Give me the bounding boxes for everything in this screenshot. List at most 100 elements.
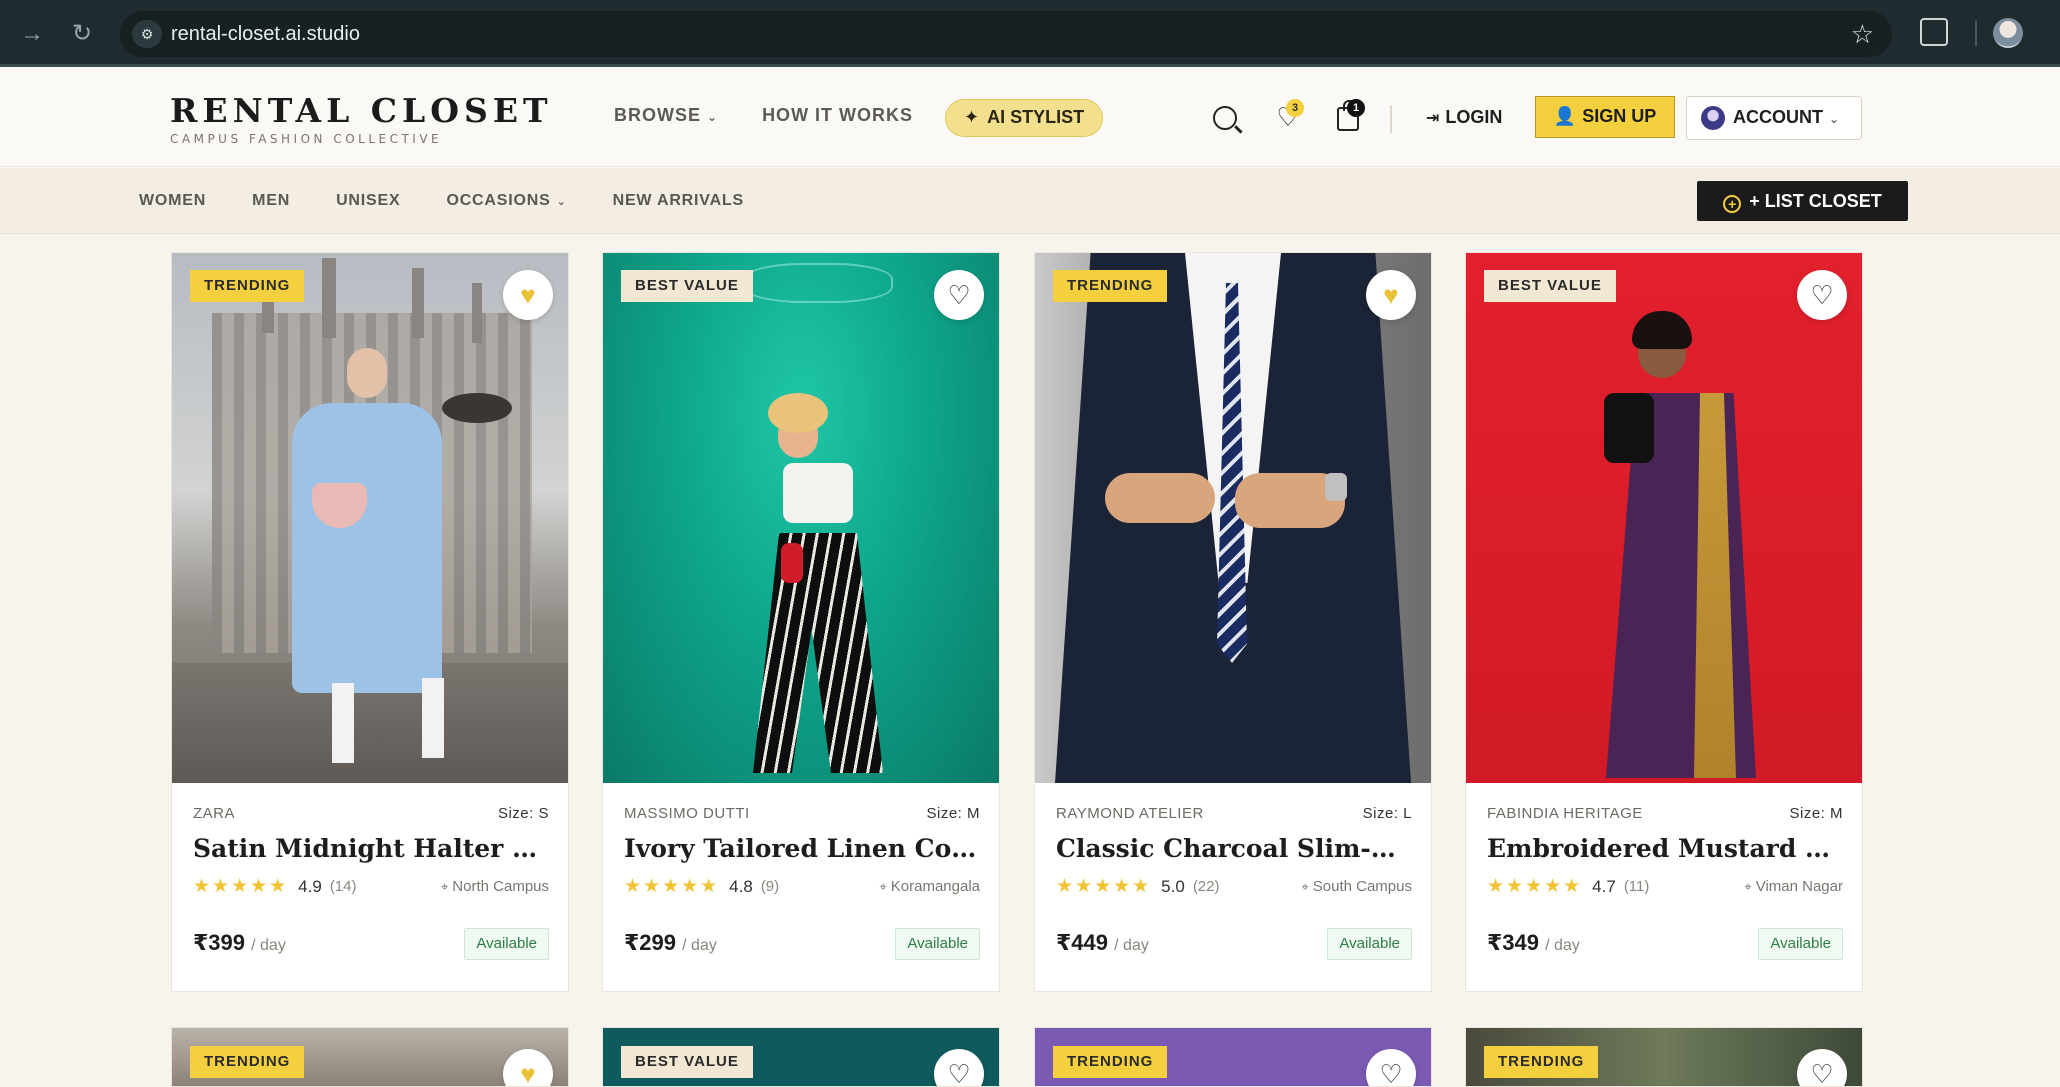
nav-browse[interactable]: BROWSE ⌄ (614, 105, 718, 126)
category-occasions[interactable]: OCCASIONS ⌄ (446, 192, 566, 210)
product-card[interactable]: TRENDING ♥ RAYMOND ATELIER Size: L Classi… (1034, 252, 1432, 992)
product-rating: 5.0 (1161, 876, 1185, 896)
favorite-heart-icon[interactable]: ♥ (503, 270, 553, 320)
favorite-heart-icon[interactable]: ♡ (934, 270, 984, 320)
browser-toolbar: → ↻ ⚙ rental-closet.ai.studio ☆ ⋮ (0, 0, 2060, 67)
product-image[interactable] (603, 253, 999, 783)
product-size: Size: M (1789, 805, 1843, 822)
favorite-heart-icon[interactable]: ♡ (1797, 1049, 1847, 1086)
product-size: Size: L (1362, 805, 1412, 822)
ai-stylist-button[interactable]: ✦ AI STYLIST (945, 99, 1104, 137)
product-name[interactable]: Satin Midnight Halter Dress (193, 834, 549, 863)
site-logo[interactable]: RENTAL CLOSET CAMPUS FASHION COLLECTIVE (170, 91, 553, 146)
login-label: LOGIN (1445, 107, 1503, 127)
category-nav: WOMEN MEN UNISEX OCCASIONS ⌄ NEW ARRIVALS… (0, 168, 2060, 234)
trending-badge: TRENDING (190, 270, 305, 302)
favorite-heart-icon[interactable]: ♡ (1797, 270, 1847, 320)
chevron-down-icon: ⌄ (556, 196, 567, 208)
product-price: ₹399 / day (193, 930, 286, 956)
product-image[interactable] (1466, 253, 1862, 783)
category-new-arrivals[interactable]: NEW ARRIVALS (613, 192, 744, 210)
review-count: (11) (1623, 878, 1650, 895)
wishlist-count-badge: 3 (1286, 99, 1304, 117)
product-price: ₹349 / day (1487, 930, 1580, 956)
star-rating-icon: ★★★★★ (193, 876, 289, 897)
price-value: ₹349 (1487, 930, 1540, 955)
login-link[interactable]: ⇥ LOGIN (1426, 107, 1502, 128)
price-value: ₹449 (1056, 930, 1109, 955)
product-location: ⌖ Koramangala (879, 878, 980, 895)
location-label: Viman Nagar (1755, 878, 1843, 895)
trending-badge: TRENDING (1484, 1046, 1599, 1078)
product-card[interactable]: BEST VALUE ♡ (602, 1027, 1000, 1087)
list-closet-button[interactable]: + + LIST CLOSET (1697, 181, 1908, 221)
location-pin-icon: ⌖ (440, 879, 449, 894)
availability-badge: Available (895, 928, 980, 960)
product-name[interactable]: Ivory Tailored Linen Co-ord (624, 834, 980, 863)
product-rating: 4.7 (1592, 876, 1616, 896)
browser-profile-avatar[interactable] (1993, 18, 2023, 48)
trending-badge: TRENDING (1053, 270, 1168, 302)
toolbar-divider (1975, 20, 1977, 46)
url-text[interactable]: rental-closet.ai.studio (171, 23, 360, 46)
location-pin-icon: ⌖ (879, 879, 887, 894)
product-image[interactable] (1035, 253, 1431, 783)
product-brand: FABINDIA HERITAGE (1487, 805, 1643, 822)
product-card[interactable]: TRENDING ♡ (1034, 1027, 1432, 1087)
product-image[interactable] (172, 253, 568, 783)
category-men[interactable]: MEN (252, 192, 290, 210)
browser-menu-icon[interactable]: ⋮ (2050, 20, 2060, 49)
price-value: ₹399 (193, 930, 246, 955)
extensions-icon[interactable] (1920, 18, 1948, 46)
best-value-badge: BEST VALUE (1484, 270, 1616, 302)
address-bar[interactable]: ⚙ rental-closet.ai.studio ☆ (120, 11, 1892, 57)
product-location: ⌖ North Campus (441, 878, 549, 895)
main-nav: BROWSE ⌄ HOW IT WORKS (614, 105, 957, 126)
product-card[interactable]: TRENDING ♥ (171, 1027, 569, 1087)
signup-button[interactable]: 👤 SIGN UP (1535, 96, 1675, 138)
favorite-heart-icon[interactable]: ♡ (934, 1049, 984, 1086)
location-label: South Campus (1312, 878, 1412, 895)
product-brand: RAYMOND ATELIER (1056, 805, 1204, 822)
nav-how-it-works[interactable]: HOW IT WORKS (762, 105, 913, 126)
account-dropdown[interactable]: ACCOUNT ⌄ (1686, 96, 1862, 140)
availability-badge: Available (1758, 928, 1843, 960)
reload-icon[interactable]: ↻ (68, 20, 96, 48)
forward-icon[interactable]: → (18, 20, 46, 48)
product-rating: 4.8 (729, 876, 753, 896)
header-divider (1390, 105, 1392, 133)
product-name[interactable]: Embroidered Mustard Silk... (1487, 834, 1843, 863)
category-women[interactable]: WOMEN (139, 192, 206, 210)
product-price: ₹449 / day (1056, 930, 1149, 956)
product-card[interactable]: TRENDING ♡ (1465, 1027, 1863, 1087)
product-card[interactable]: BEST VALUE ♡ MASSIMO DUTTI Size: M Ivory … (602, 252, 1000, 992)
price-unit: / day (1545, 937, 1580, 954)
trending-badge: TRENDING (190, 1046, 305, 1078)
product-card[interactable]: BEST VALUE ♡ FABINDIA HERITAGE Size: M Em… (1465, 252, 1863, 992)
location-label: Koramangala (890, 878, 980, 895)
logo-tagline: CAMPUS FASHION COLLECTIVE (170, 132, 443, 146)
price-unit: / day (251, 937, 286, 954)
product-card[interactable]: TRENDING ♥ ZARA Size: S Satin Midnight Ha… (171, 252, 569, 992)
list-closet-label: + LIST CLOSET (1749, 191, 1882, 211)
product-rating: 4.9 (298, 876, 322, 896)
product-size: Size: S (497, 805, 549, 822)
location-pin-icon: ⌖ (1301, 879, 1309, 894)
category-unisex[interactable]: UNISEX (336, 192, 400, 210)
product-brand: ZARA (193, 805, 236, 822)
product-location: ⌖ Viman Nagar (1744, 878, 1843, 895)
product-name[interactable]: Classic Charcoal Slim-Fit... (1056, 834, 1412, 863)
favorite-heart-icon[interactable]: ♥ (503, 1049, 553, 1086)
plus-circle-icon: + (1723, 195, 1742, 213)
site-info-icon[interactable]: ⚙ (132, 20, 162, 48)
favorite-heart-icon[interactable]: ♥ (1366, 270, 1416, 320)
sparkle-icon: ✦ (964, 107, 980, 127)
search-icon[interactable] (1213, 106, 1237, 130)
best-value-badge: BEST VALUE (621, 1046, 753, 1078)
trending-badge: TRENDING (1053, 1046, 1168, 1078)
star-rating-icon: ★★★★★ (624, 876, 720, 897)
product-price: ₹299 / day (624, 930, 717, 956)
favorite-heart-icon[interactable]: ♡ (1366, 1049, 1416, 1086)
review-count: (9) (760, 878, 780, 895)
bookmark-star-icon[interactable]: ☆ (1851, 19, 1874, 50)
